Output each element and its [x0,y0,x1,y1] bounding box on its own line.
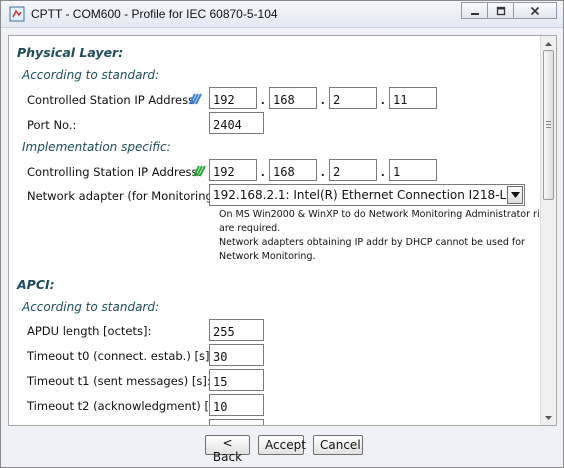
controlling-ip-octet-2[interactable] [269,159,317,181]
maximize-icon [496,6,505,15]
timeout-t0-field[interactable] [209,344,264,366]
ip-separator: . [381,92,385,107]
chevron-down-icon [510,192,520,198]
title-bar: CPTT - COM600 - Profile for IEC 60870-5-… [1,1,563,28]
network-adapter-value: 192.168.2.1: Intel(R) Ethernet Connectio… [213,188,517,202]
vertical-scrollbar[interactable] [540,36,556,425]
timeout-t2-field[interactable] [209,394,264,416]
ip-separator: . [321,92,325,107]
minimize-icon [470,12,479,15]
scrollbar-thumb[interactable] [543,50,554,200]
controlling-ip-octet-3[interactable] [329,159,377,181]
scroll-up-button[interactable] [541,36,556,51]
controlling-ip-octet-4[interactable] [389,159,437,181]
implementation-heading: Implementation specific: [22,140,171,154]
close-icon [530,6,540,15]
window-title: CPTT - COM600 - Profile for IEC 60870-5-… [31,7,278,21]
scroll-down-icon [545,415,552,420]
ip-separator: . [261,164,265,179]
controlling-ip-octet-1[interactable] [209,159,257,181]
apdu-length-field[interactable] [209,319,264,341]
port-label: Port No.: [27,118,77,132]
timeout-t1-field[interactable] [209,369,264,391]
timeout-t0-label: Timeout t0 (connect. estab.) [s]: [27,349,214,363]
timeout-t2-label: Timeout t2 (acknowledgment) [s]: [27,399,224,413]
physical-according-heading: According to standard: [22,68,160,82]
cancel-button[interactable]: Cancel [313,435,363,455]
maximize-button[interactable] [487,2,513,19]
ip-separator: . [321,164,325,179]
minimize-button[interactable] [461,2,487,19]
network-adapter-label: Network adapter (for Monitoring): [27,189,222,203]
accept-button[interactable]: Accept [258,435,306,455]
network-adapter-select[interactable]: 192.168.2.1: Intel(R) Ethernet Connectio… [209,184,525,206]
controlled-ip-octet-2[interactable] [269,87,317,109]
controlled-ip-octet-3[interactable] [329,87,377,109]
controlling-ip-label: Controlling Station IP Address: [27,165,202,179]
ip-separator: . [381,164,385,179]
scroll-area: Physical Layer: According to standard: C… [9,36,541,425]
scroll-up-icon [545,41,552,46]
dropdown-button[interactable] [507,186,523,204]
profile-panel: Physical Layer: According to standard: C… [8,35,557,426]
controlled-ip-octet-1[interactable] [209,87,257,109]
controlled-ip-octet-4[interactable] [389,87,437,109]
network-icon [193,165,206,177]
network-icon [189,93,202,105]
controlled-ip-label: Controlled Station IP Address: [27,93,198,107]
dialog-window: CPTT - COM600 - Profile for IEC 60870-5-… [0,0,564,468]
timeout-t3-field[interactable] [209,419,264,425]
apci-according-heading: According to standard: [22,300,160,314]
monitoring-note: On MS Win2000 & WinXP to do Network Moni… [219,209,541,262]
app-icon [9,6,25,22]
ip-separator: . [261,92,265,107]
physical-layer-heading: Physical Layer: [17,45,124,60]
scroll-down-button[interactable] [541,410,556,425]
back-button[interactable]: < Back [205,435,250,464]
apdu-length-label: APDU length [octets]: [27,324,152,338]
timeout-t1-label: Timeout t1 (sent messages) [s]: [27,374,211,388]
apci-heading: APCI: [17,277,55,292]
close-button[interactable] [513,2,557,19]
port-field[interactable] [209,112,264,134]
